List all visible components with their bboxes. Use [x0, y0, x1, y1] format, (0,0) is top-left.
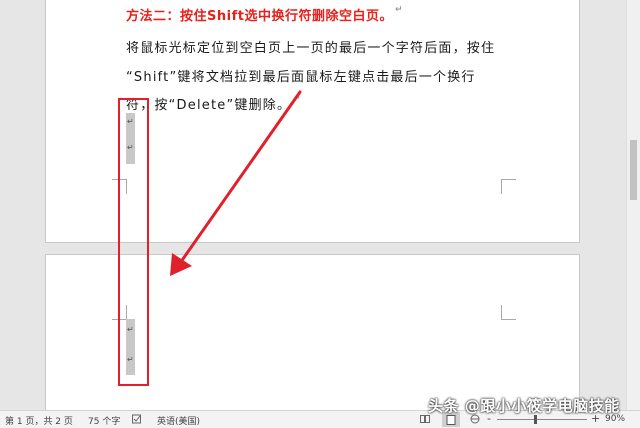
- annotation-arrow: [170, 90, 302, 276]
- zoom-slider-thumb[interactable]: [533, 415, 537, 424]
- arrow-head: [170, 253, 192, 276]
- zoom-slider[interactable]: [497, 415, 587, 424]
- language-indicator[interactable]: 英语(美国): [157, 414, 200, 427]
- scrollbar-thumb[interactable]: [630, 140, 637, 200]
- print-layout-icon: [446, 415, 456, 425]
- word-count[interactable]: 75 个字: [88, 414, 120, 427]
- watermark: 头条 @跟小小筱学电脑技能: [428, 397, 620, 415]
- page-info[interactable]: 第 1 页，共 2 页: [5, 414, 73, 427]
- document-workspace: 方法二：按住Shift选中换行符删除空白页。 ↵ 将鼠标光标定位到空白页上一页的最…: [0, 0, 626, 410]
- arrow-shaft: [176, 90, 302, 268]
- vertical-scrollbar[interactable]: [626, 0, 640, 410]
- proofing-icon[interactable]: [132, 414, 142, 424]
